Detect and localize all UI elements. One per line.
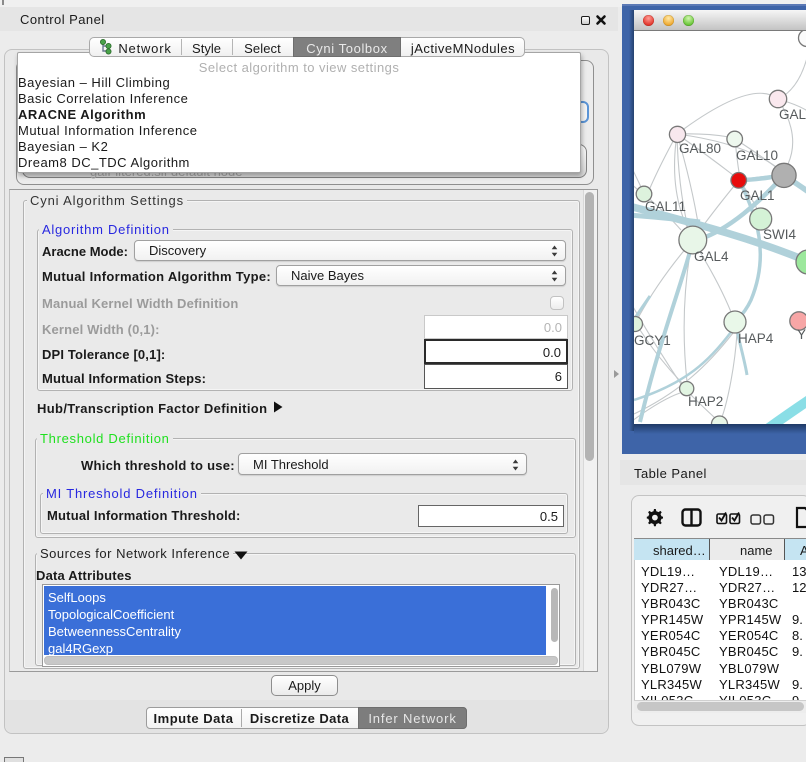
svg-text:SWI4: SWI4 <box>763 227 796 242</box>
svg-text:GAL1: GAL1 <box>740 188 775 203</box>
svg-text:HAP4: HAP4 <box>738 331 774 346</box>
svg-text:HAP2: HAP2 <box>688 394 723 409</box>
svg-text:GCY1: GCY1 <box>634 333 671 348</box>
svg-text:GAL4: GAL4 <box>694 249 729 264</box>
svg-text:GAL80: GAL80 <box>679 141 721 156</box>
svg-text:Y: Y <box>797 327 806 342</box>
svg-text:GAL11: GAL11 <box>645 199 686 214</box>
svg-text:GAL10: GAL10 <box>736 148 778 163</box>
svg-text:GAL: GAL <box>779 107 806 122</box>
